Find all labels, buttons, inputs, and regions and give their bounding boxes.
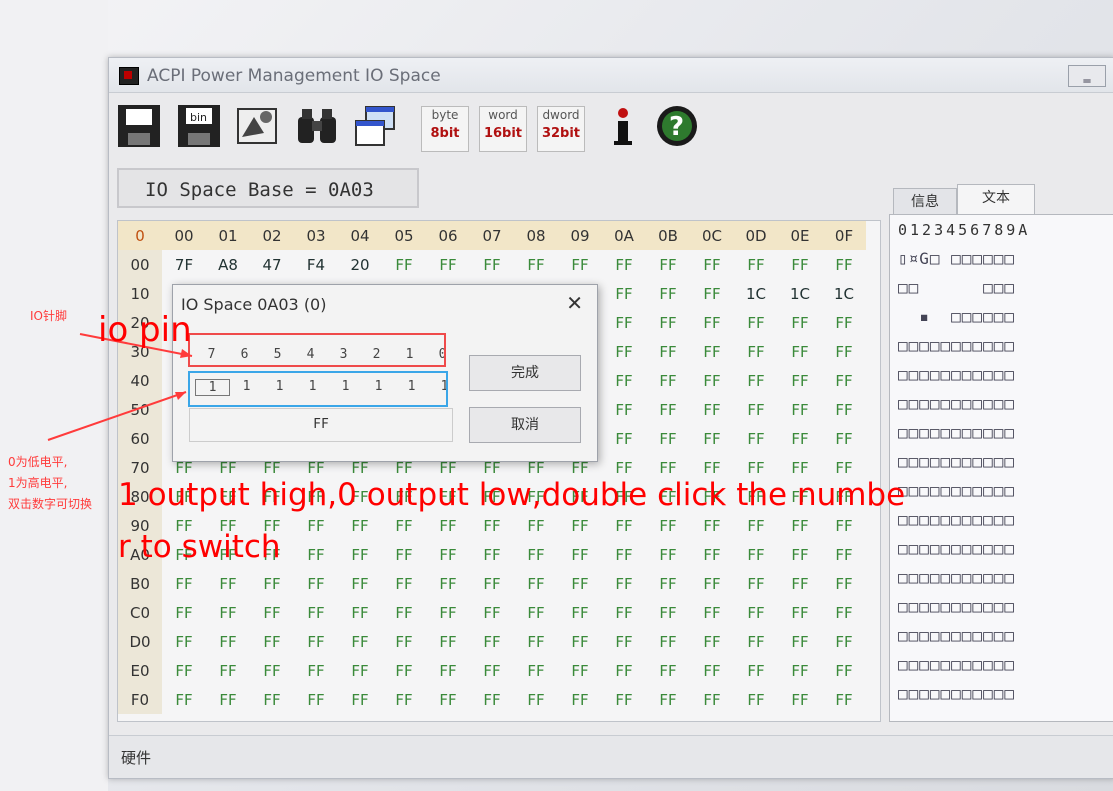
left-cn-annotation-3: 双击数字可切换 <box>8 497 93 511</box>
annotation-arrows <box>47 333 193 441</box>
arrow-to-values <box>47 391 187 441</box>
io-pin-annotation: io pin <box>98 310 192 350</box>
description-annotation-line1: 1 output high,0 output low,double click … <box>118 477 906 513</box>
left-cn-annotation-1: 0为低电平, <box>8 455 68 469</box>
io-pin-cn-annotation: IO针脚 <box>30 309 67 323</box>
arrow-head-values <box>175 392 186 400</box>
left-cn-annotation-2: 1为高电平, <box>8 476 68 490</box>
description-annotation-line2: r to switch <box>118 529 281 565</box>
